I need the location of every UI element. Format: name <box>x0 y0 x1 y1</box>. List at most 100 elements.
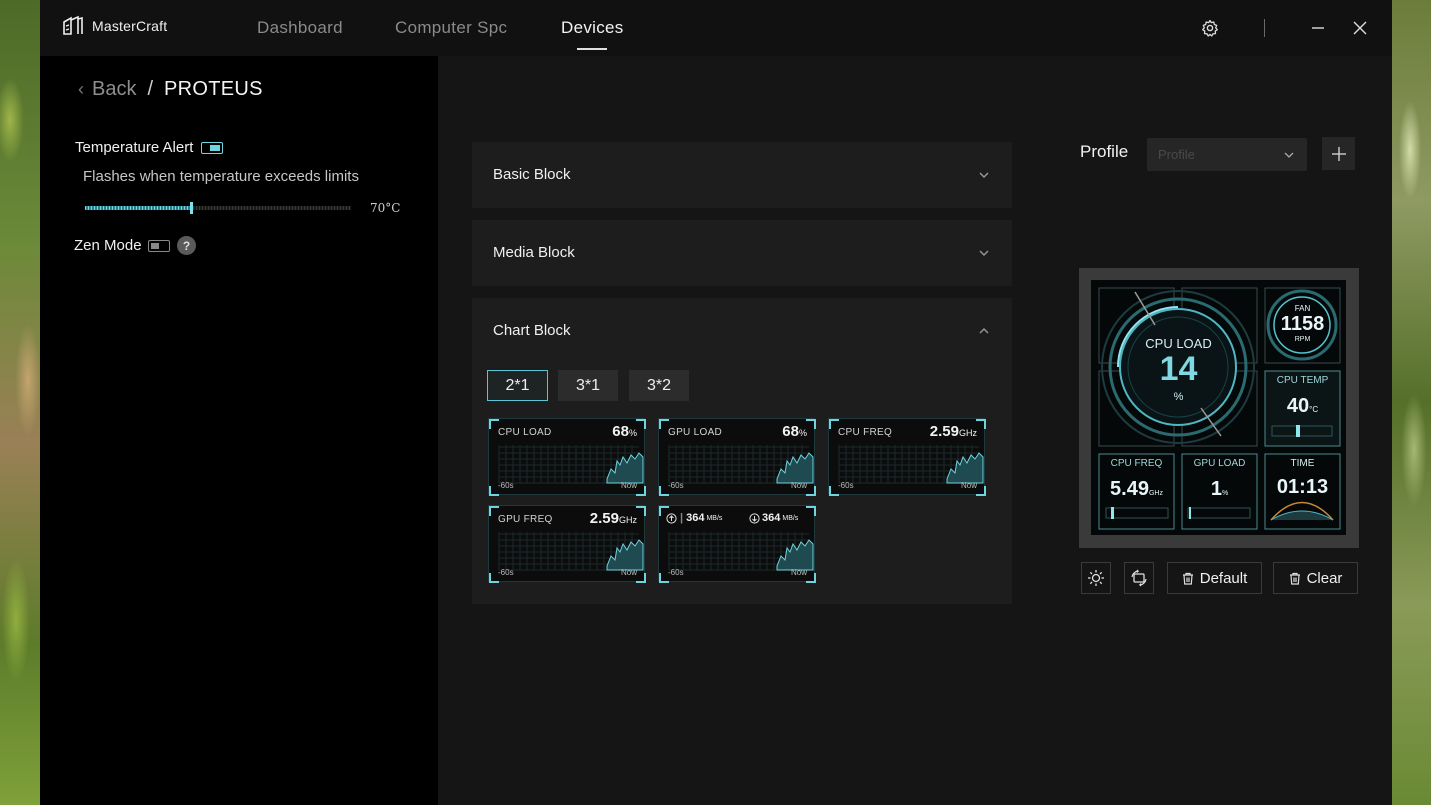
chart-block-title[interactable]: Chart Block <box>493 322 571 339</box>
mastercraft-logo-icon <box>63 15 83 35</box>
widget-time-end: Now <box>960 481 977 490</box>
preview-fan-unit: RPM <box>1294 336 1311 343</box>
widget-value: 2.59GHz <box>929 423 977 440</box>
upload-speed: | 364 MB/s <box>666 512 722 524</box>
trash-icon <box>1182 572 1193 585</box>
layout-3x1-button[interactable]: 3*1 <box>558 370 618 401</box>
widget-time-start: -60s <box>668 481 684 490</box>
chevron-up-icon[interactable] <box>978 325 990 337</box>
widget-label: CPU FREQ <box>838 427 893 438</box>
profile-label: Profile <box>1080 142 1129 161</box>
zen-mode-label: Zen Mode <box>74 237 142 254</box>
preview-gpu-load-label: GPU LOAD <box>1193 458 1246 469</box>
chart-widget-network[interactable]: | 364 MB/s 364 MB/s -60s Now <box>658 505 816 583</box>
temperature-alert-description: Flashes when temperature exceeds limits <box>83 168 359 185</box>
desktop-wallpaper-left <box>0 0 40 805</box>
preview-cpu-load-label: CPU LOAD <box>1145 336 1212 351</box>
zen-mode-toggle[interactable] <box>148 240 170 252</box>
chart-widget-cpu-load[interactable]: CPU LOAD 68% -60s Now <box>488 418 646 496</box>
chart-widget-gpu-freq[interactable]: GPU FREQ 2.59GHz -60s Now <box>488 505 646 583</box>
chart-widget-gpu-load[interactable]: GPU LOAD 68% -60s Now <box>658 418 816 496</box>
temperature-alert-toggle[interactable] <box>201 142 223 154</box>
lcd-preview-screen[interactable]: CPU LOAD 14 % FAN 1158 RPM CPU TEMP 40°C… <box>1091 280 1346 535</box>
widget-label: CPU LOAD <box>498 427 552 438</box>
preview-cpu-freq-value: 5.49GHz <box>1110 478 1163 500</box>
trash-icon <box>1289 572 1300 585</box>
tab-devices[interactable]: Devices <box>561 18 624 38</box>
chart-widget-cpu-freq[interactable]: CPU FREQ 2.59GHz -60s Now <box>828 418 986 496</box>
preview-cpu-load-value: 14 <box>1159 350 1198 388</box>
add-profile-button[interactable] <box>1322 137 1355 170</box>
chevron-down-icon <box>979 172 989 178</box>
rotate-button[interactable] <box>1124 562 1154 594</box>
preview-time-value: 01:13 <box>1276 476 1329 498</box>
widget-value: 68% <box>782 423 807 440</box>
preview-cpu-temp-value: 40°C <box>1286 395 1319 417</box>
layout-2x1-button[interactable]: 2*1 <box>487 370 548 401</box>
preview-fan-label: FAN <box>1294 304 1311 313</box>
chevron-left-icon[interactable]: ‹ <box>78 79 84 100</box>
active-tab-indicator <box>577 48 607 50</box>
widget-label: GPU FREQ <box>498 514 553 525</box>
chevron-down-icon <box>1284 152 1294 158</box>
settings-gear-icon[interactable] <box>1198 16 1222 40</box>
app-logo: MasterCraft <box>62 15 167 37</box>
download-arrow-icon <box>749 512 760 524</box>
widget-value: 68% <box>612 423 637 440</box>
breadcrumb-separator: / <box>147 78 154 100</box>
widget-time-start: -60s <box>498 481 514 490</box>
back-link[interactable]: Back <box>92 78 136 101</box>
widget-time-start: -60s <box>498 568 514 577</box>
media-block-header[interactable]: Media Block <box>472 220 1012 286</box>
preview-fan-value: 1158 <box>1280 313 1325 335</box>
widget-time-end: Now <box>790 481 807 490</box>
device-settings-panel: ‹ Back / PROTEUS Temperature Alert Flash… <box>40 56 438 805</box>
basic-block-title: Basic Block <box>493 166 571 183</box>
profile-dropdown[interactable]: Profile <box>1147 138 1307 171</box>
profile-placeholder: Profile <box>1158 147 1195 162</box>
temperature-limit-value: 70°C <box>370 201 401 215</box>
media-block-title: Media Block <box>493 244 575 261</box>
preview-cpu-freq-label: CPU FREQ <box>1110 458 1163 469</box>
brightness-button[interactable] <box>1081 562 1111 594</box>
preview-cpu-load-unit: % <box>1173 391 1184 403</box>
close-icon[interactable] <box>1348 16 1372 40</box>
rotate-screen-icon <box>1131 569 1147 587</box>
widget-time-end: Now <box>620 568 637 577</box>
preview-time-label: TIME <box>1290 458 1315 469</box>
help-icon[interactable]: ? <box>177 236 196 255</box>
app-name: MasterCraft <box>92 18 168 34</box>
desktop-wallpaper-right <box>1392 0 1431 805</box>
minimize-icon[interactable] <box>1306 16 1330 40</box>
default-button[interactable]: Default <box>1167 562 1262 594</box>
basic-block-header[interactable]: Basic Block <box>472 142 1012 208</box>
lcd-preview-frame: CPU LOAD 14 % FAN 1158 RPM CPU TEMP 40°C… <box>1079 268 1359 548</box>
clear-button[interactable]: Clear <box>1273 562 1358 594</box>
temperature-slider-fill <box>85 206 191 210</box>
layout-3x2-button[interactable]: 3*2 <box>629 370 689 401</box>
widget-time-end: Now <box>620 481 637 490</box>
chevron-down-icon <box>979 250 989 256</box>
plus-icon <box>1331 146 1346 161</box>
download-speed: 364 MB/s <box>749 512 798 524</box>
temperature-slider-thumb[interactable] <box>190 202 193 214</box>
breadcrumb: ‹ Back / PROTEUS <box>78 78 263 101</box>
tab-dashboard[interactable]: Dashboard <box>257 18 343 38</box>
widget-value: 2.59GHz <box>589 510 637 527</box>
preview-gpu-load-value: 1% <box>1210 478 1229 500</box>
temperature-alert-label: Temperature Alert <box>75 139 194 156</box>
widget-time-start: -60s <box>838 481 854 490</box>
widget-time-start: -60s <box>668 568 684 577</box>
tab-computer-spc[interactable]: Computer Spc <box>395 18 507 38</box>
preview-cpu-temp-label: CPU TEMP <box>1276 375 1329 386</box>
title-bar-separator <box>1264 19 1265 37</box>
app-window: MasterCraft Dashboard Computer Spc Devic… <box>40 0 1392 805</box>
widget-time-end: Now <box>790 568 807 577</box>
page-title: PROTEUS <box>164 78 263 100</box>
title-bar: MasterCraft Dashboard Computer Spc Devic… <box>40 0 1392 56</box>
sun-icon <box>1088 570 1104 586</box>
widget-label: GPU LOAD <box>668 427 723 438</box>
default-label: Default <box>1199 569 1248 587</box>
upload-arrow-icon <box>666 512 677 524</box>
clear-label: Clear <box>1306 569 1343 587</box>
